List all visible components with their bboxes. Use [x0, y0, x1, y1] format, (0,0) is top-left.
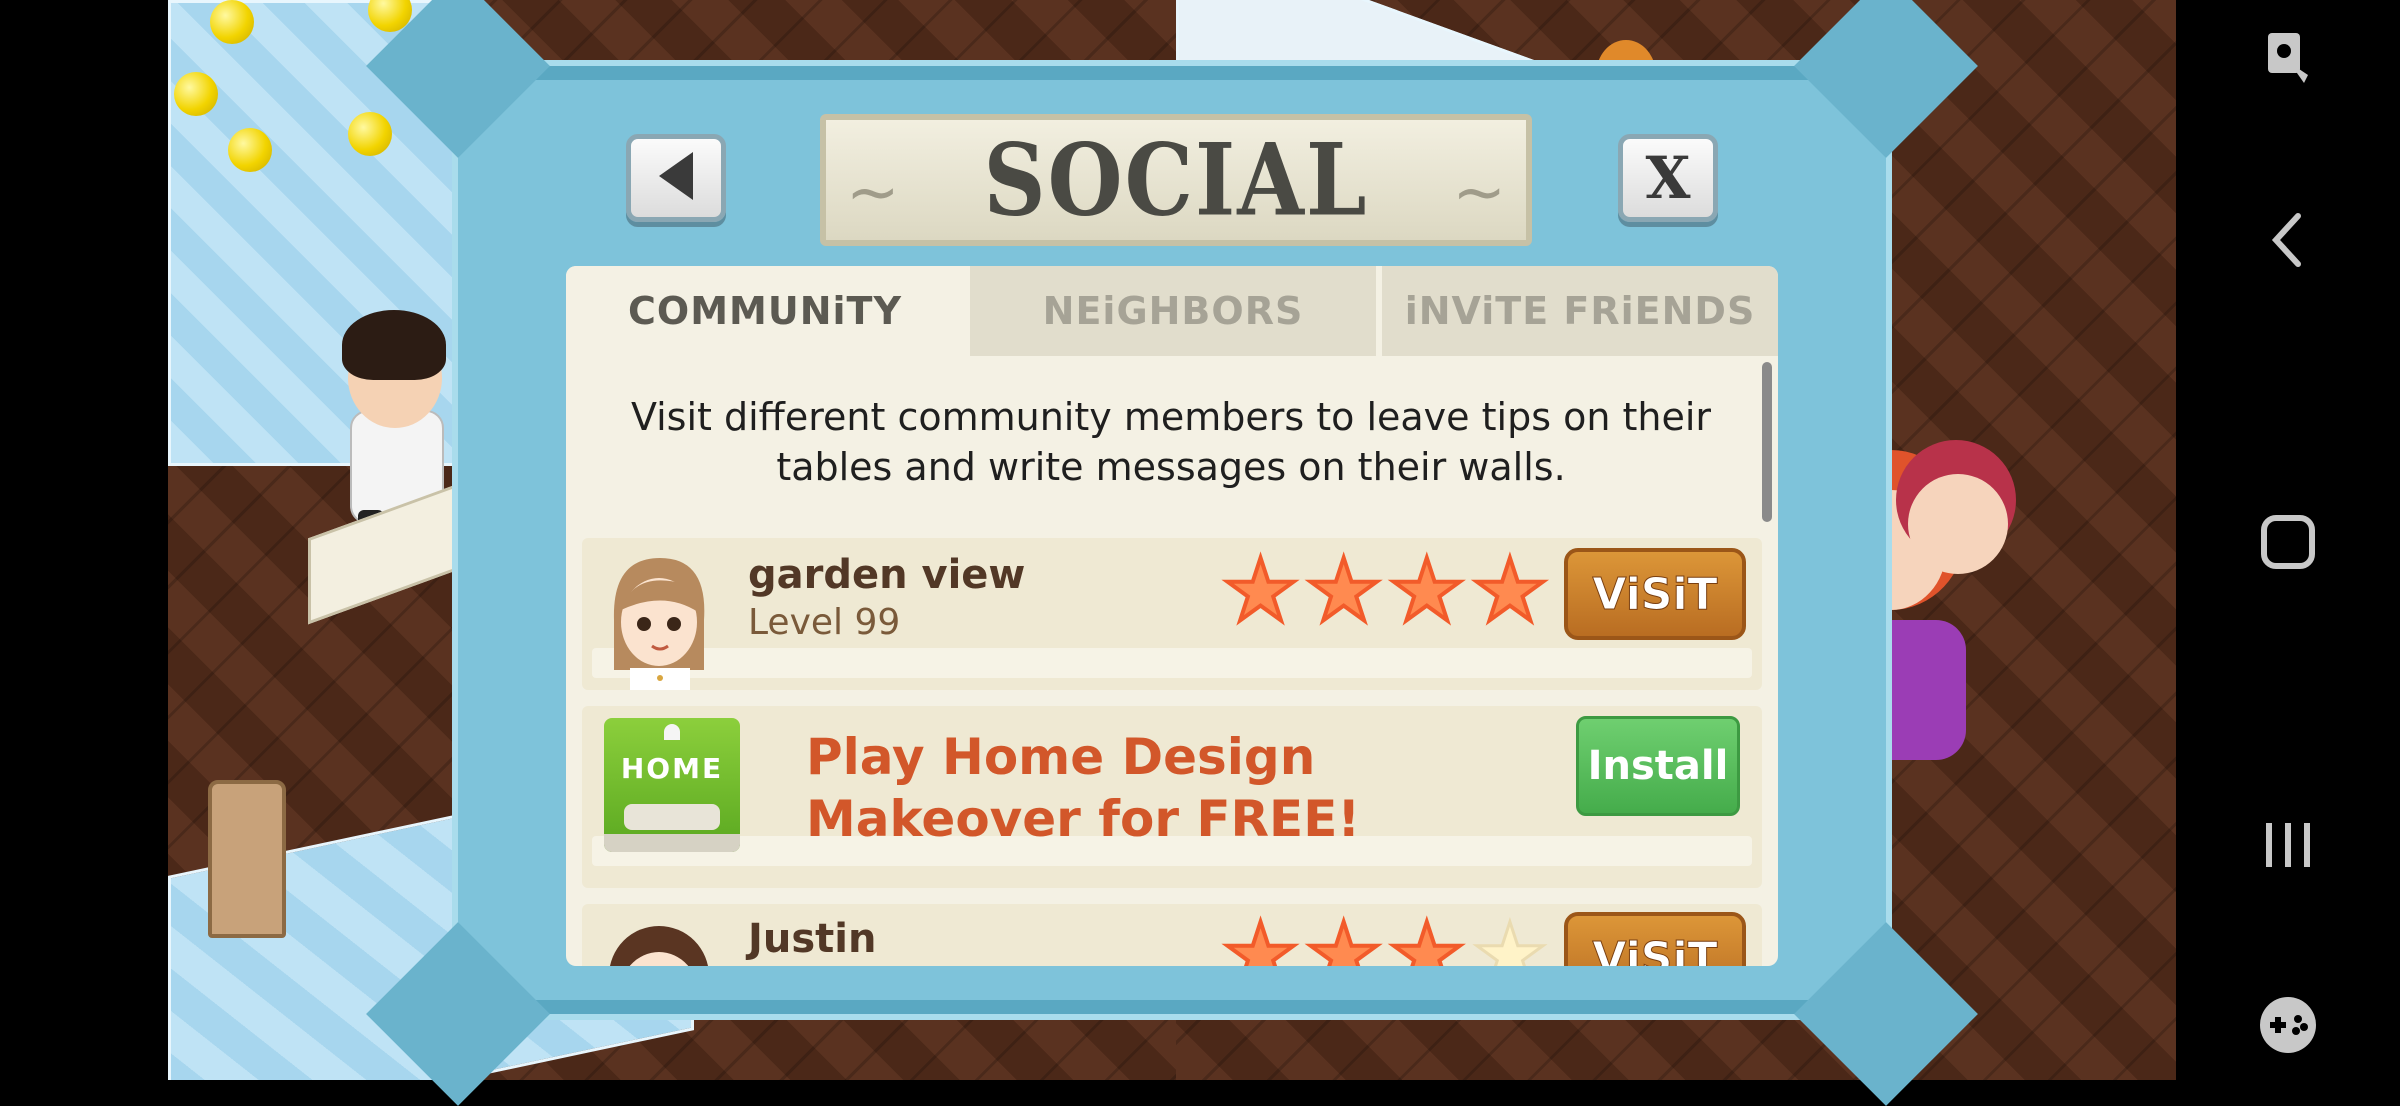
dialog-title: SOCIAL — [983, 121, 1369, 239]
member-avatar — [604, 550, 714, 690]
social-dialog: ~ SOCIAL ~ X COMMUNiTY NEiGHBORS iNViTE … — [366, 0, 1978, 1106]
home-design-app-icon[interactable]: HOME — [604, 718, 740, 852]
star-icon: ★ — [1303, 541, 1384, 641]
dialog-top-bar — [458, 66, 1886, 80]
scrollbar[interactable] — [1762, 362, 1772, 522]
gold-ornament — [348, 112, 392, 156]
member-level: Level 99 — [748, 602, 901, 643]
tab-invite-friends[interactable]: iNViTE FRiENDS — [1376, 266, 1778, 356]
member-name: Justin — [748, 916, 877, 962]
game-controller-icon[interactable] — [2176, 985, 2400, 1065]
navigation-rail — [2176, 0, 2400, 1080]
member-rating: ★ ★ ★ ★ — [1220, 905, 1550, 967]
install-button[interactable]: Install — [1576, 716, 1740, 816]
ad-image-label: HOME — [620, 752, 724, 785]
gold-ornament — [210, 0, 254, 44]
member-row: garden view Level 99 ★ ★ ★ ★ ViSiT — [582, 538, 1762, 690]
star-icon: ★ — [1386, 541, 1467, 641]
star-icon: ★ — [1220, 541, 1301, 641]
visit-button[interactable]: ViSiT — [1564, 548, 1746, 640]
screen-lock-icon[interactable] — [2176, 22, 2400, 92]
content-panel: COMMUNiTY NEiGHBORS iNViTE FRiENDS Visit… — [566, 266, 1778, 966]
member-avatar — [604, 916, 714, 966]
intro-text: Visit different community members to lea… — [630, 395, 1712, 489]
member-name: garden view — [748, 552, 1026, 598]
star-icon: ★ — [1220, 905, 1301, 966]
tab-bar: COMMUNiTY NEiGHBORS iNViTE FRiENDS — [566, 266, 1778, 356]
ad-text[interactable]: Play Home Design Makeover for FREE! — [806, 726, 1546, 850]
triangle-left-icon — [653, 148, 699, 208]
visit-button[interactable]: ViSiT — [1564, 912, 1746, 966]
close-button[interactable]: X — [1618, 134, 1718, 222]
recent-apps-icon[interactable] — [2176, 805, 2400, 885]
back-button[interactable] — [626, 134, 726, 222]
star-icon: ★ — [1303, 905, 1384, 966]
gold-ornament — [228, 128, 272, 172]
ad-row: HOME Play Home Design Makeover for FREE!… — [582, 706, 1762, 888]
home-square-icon[interactable] — [2176, 502, 2400, 582]
dialog-bottom-bar — [458, 1000, 1886, 1014]
lamp-icon — [664, 724, 680, 740]
member-rating: ★ ★ ★ ★ — [1220, 541, 1550, 641]
row-stripe — [592, 648, 1752, 678]
swirl-ornament-icon: ~ — [846, 156, 900, 230]
member-row: Justin ★ ★ ★ ★ ViSiT — [582, 904, 1762, 966]
gold-ornament — [174, 72, 218, 116]
back-chevron-icon[interactable] — [2176, 200, 2400, 280]
star-empty-icon: ★ — [1470, 905, 1550, 967]
tab-community[interactable]: COMMUNiTY — [566, 266, 964, 356]
sofa-icon — [624, 804, 720, 830]
star-icon: ★ — [1386, 905, 1467, 966]
star-icon: ★ — [1469, 541, 1550, 641]
close-icon: X — [1645, 144, 1691, 212]
title-plate: ~ SOCIAL ~ — [820, 114, 1532, 246]
wooden-chair[interactable] — [208, 780, 286, 938]
swirl-ornament-icon: ~ — [1452, 156, 1506, 230]
tab-neighbors[interactable]: NEiGHBORS — [964, 266, 1376, 356]
diner-character[interactable] — [1896, 440, 2036, 600]
